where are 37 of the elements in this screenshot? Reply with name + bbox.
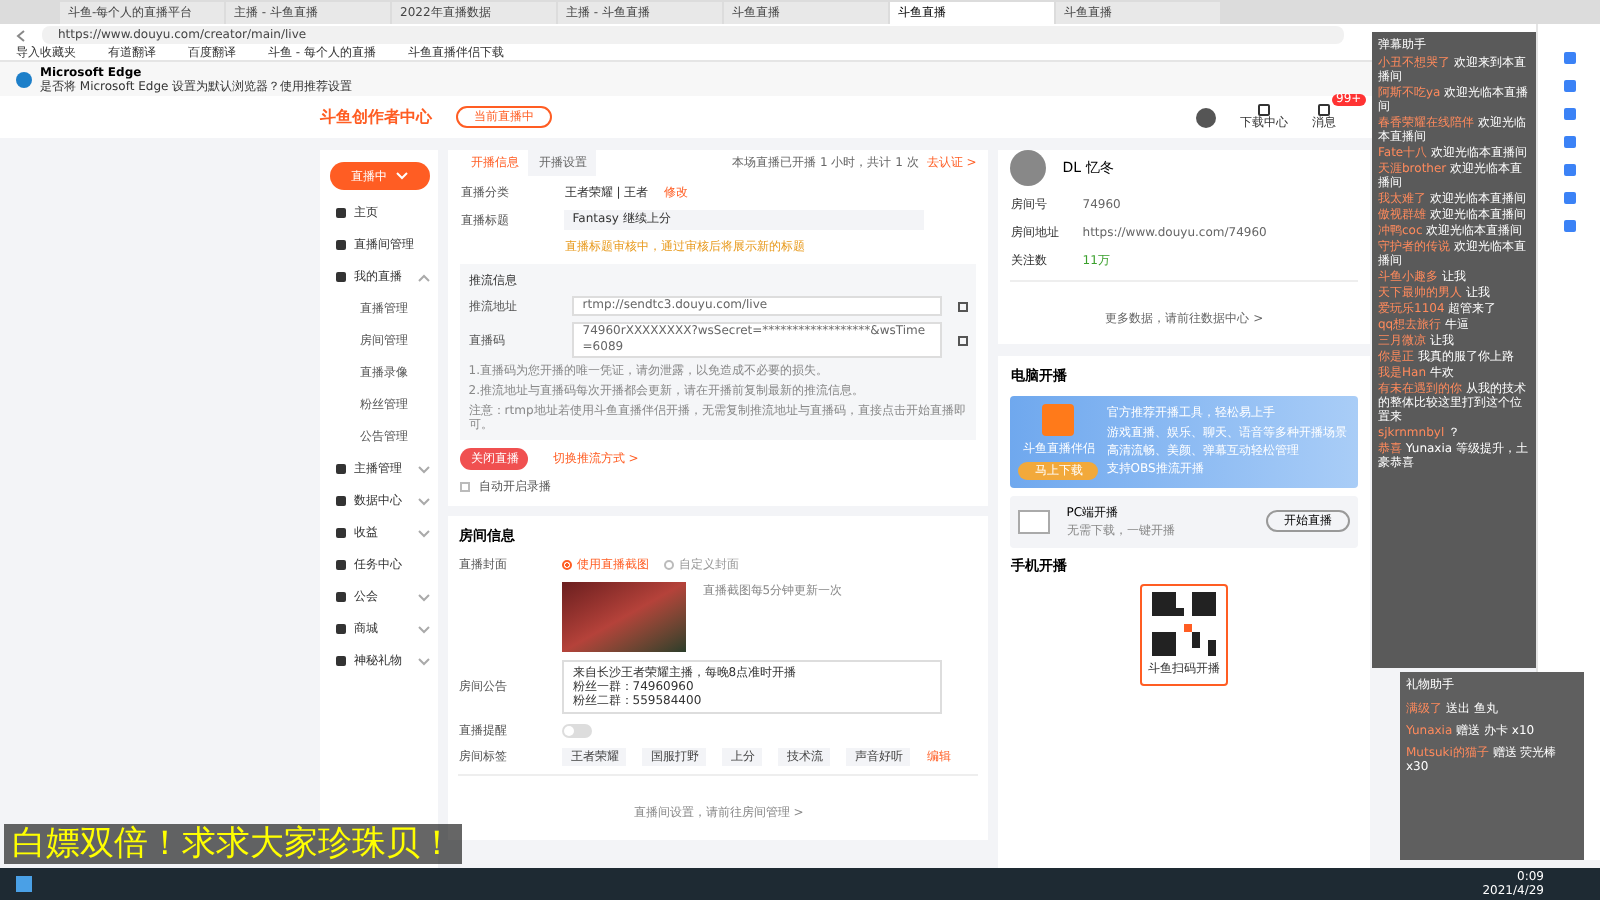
sidebar-app-icon[interactable] xyxy=(1563,108,1575,120)
menu-icon xyxy=(336,528,346,538)
sidebar-app-icon[interactable] xyxy=(1563,164,1575,176)
nav-icon[interactable] xyxy=(1318,104,1330,116)
menu-icon xyxy=(336,592,346,602)
browser-logo-icon xyxy=(16,71,32,87)
sidebar-app-icon[interactable] xyxy=(1563,80,1575,92)
sidebar-app-icon[interactable] xyxy=(1563,136,1575,148)
start-icon[interactable] xyxy=(16,876,32,892)
menu-icon xyxy=(336,656,346,666)
menu-icon xyxy=(336,240,346,250)
radio[interactable] xyxy=(664,559,675,569)
site-logo: 斗鱼创作者中心 xyxy=(320,105,432,129)
toggle-switch[interactable] xyxy=(562,723,593,737)
sidebar-app-icon[interactable] xyxy=(1563,192,1575,204)
avatar-placeholder xyxy=(1010,150,1047,186)
qr-code-icon xyxy=(1152,592,1217,656)
cover-image-placeholder xyxy=(562,581,687,651)
caret-icon xyxy=(395,172,408,180)
user-avatar xyxy=(1196,107,1216,127)
monitor-icon xyxy=(1018,509,1051,533)
nav-icon[interactable] xyxy=(1258,104,1270,116)
overlay-subtitle: 白嫖双倍！求求大家珍珠贝！ xyxy=(4,824,462,864)
menu-icon xyxy=(336,624,346,634)
menu-icon xyxy=(336,464,346,474)
copy-icon[interactable] xyxy=(958,301,969,311)
sidebar-app-icon[interactable] xyxy=(1563,220,1575,232)
menu-icon xyxy=(336,208,346,218)
radio[interactable] xyxy=(562,559,573,569)
app-logo-icon xyxy=(1042,403,1075,435)
menu-icon xyxy=(336,272,346,282)
sidebar-app-icon[interactable] xyxy=(1563,52,1575,64)
back-icon[interactable] xyxy=(16,29,26,41)
menu-icon xyxy=(336,496,346,506)
menu-icon xyxy=(336,560,346,570)
copy-icon[interactable] xyxy=(958,335,969,345)
checkbox[interactable] xyxy=(460,482,471,492)
